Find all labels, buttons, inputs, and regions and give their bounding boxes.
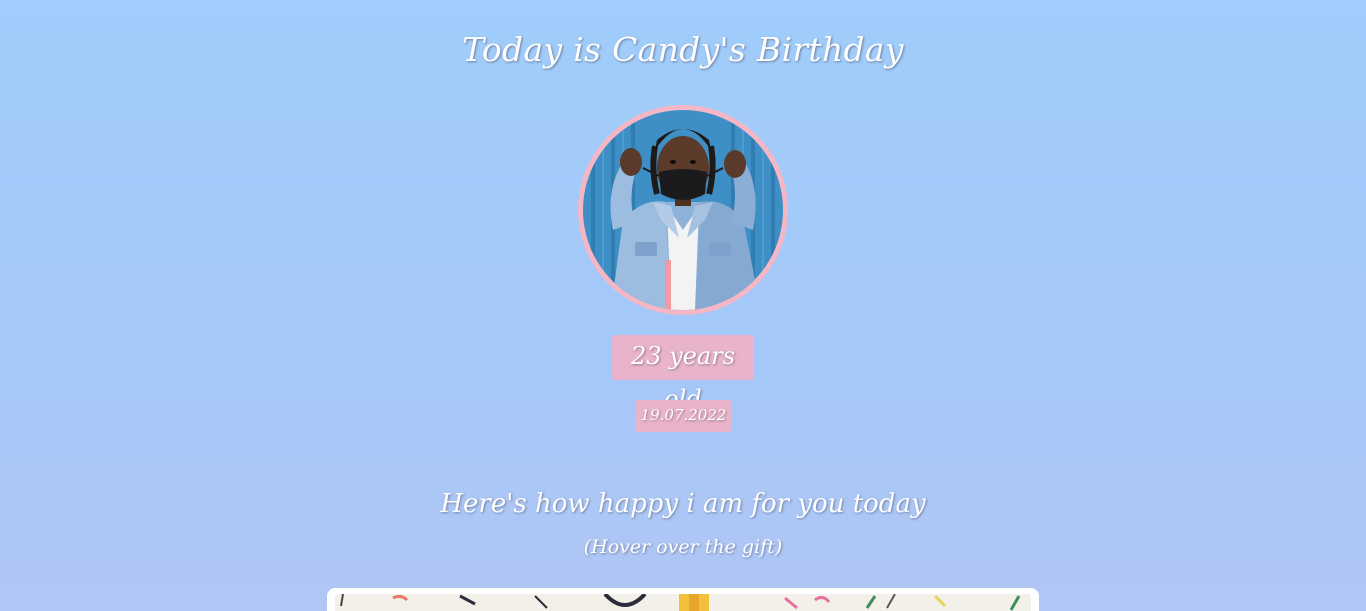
date-badge: 19.07.2022 [635,400,732,432]
page-title: Today is Candy's Birthday [462,30,904,69]
gift-box-icon[interactable] [335,594,1031,611]
avatar [578,105,788,315]
hover-hint: (Hover over the gift) [583,536,783,558]
happy-message: Here's how happy i am for you today [440,489,926,519]
gift-card[interactable] [327,588,1039,611]
portrait-photo-icon [583,110,783,310]
age-badge: 23 years old [612,335,754,413]
